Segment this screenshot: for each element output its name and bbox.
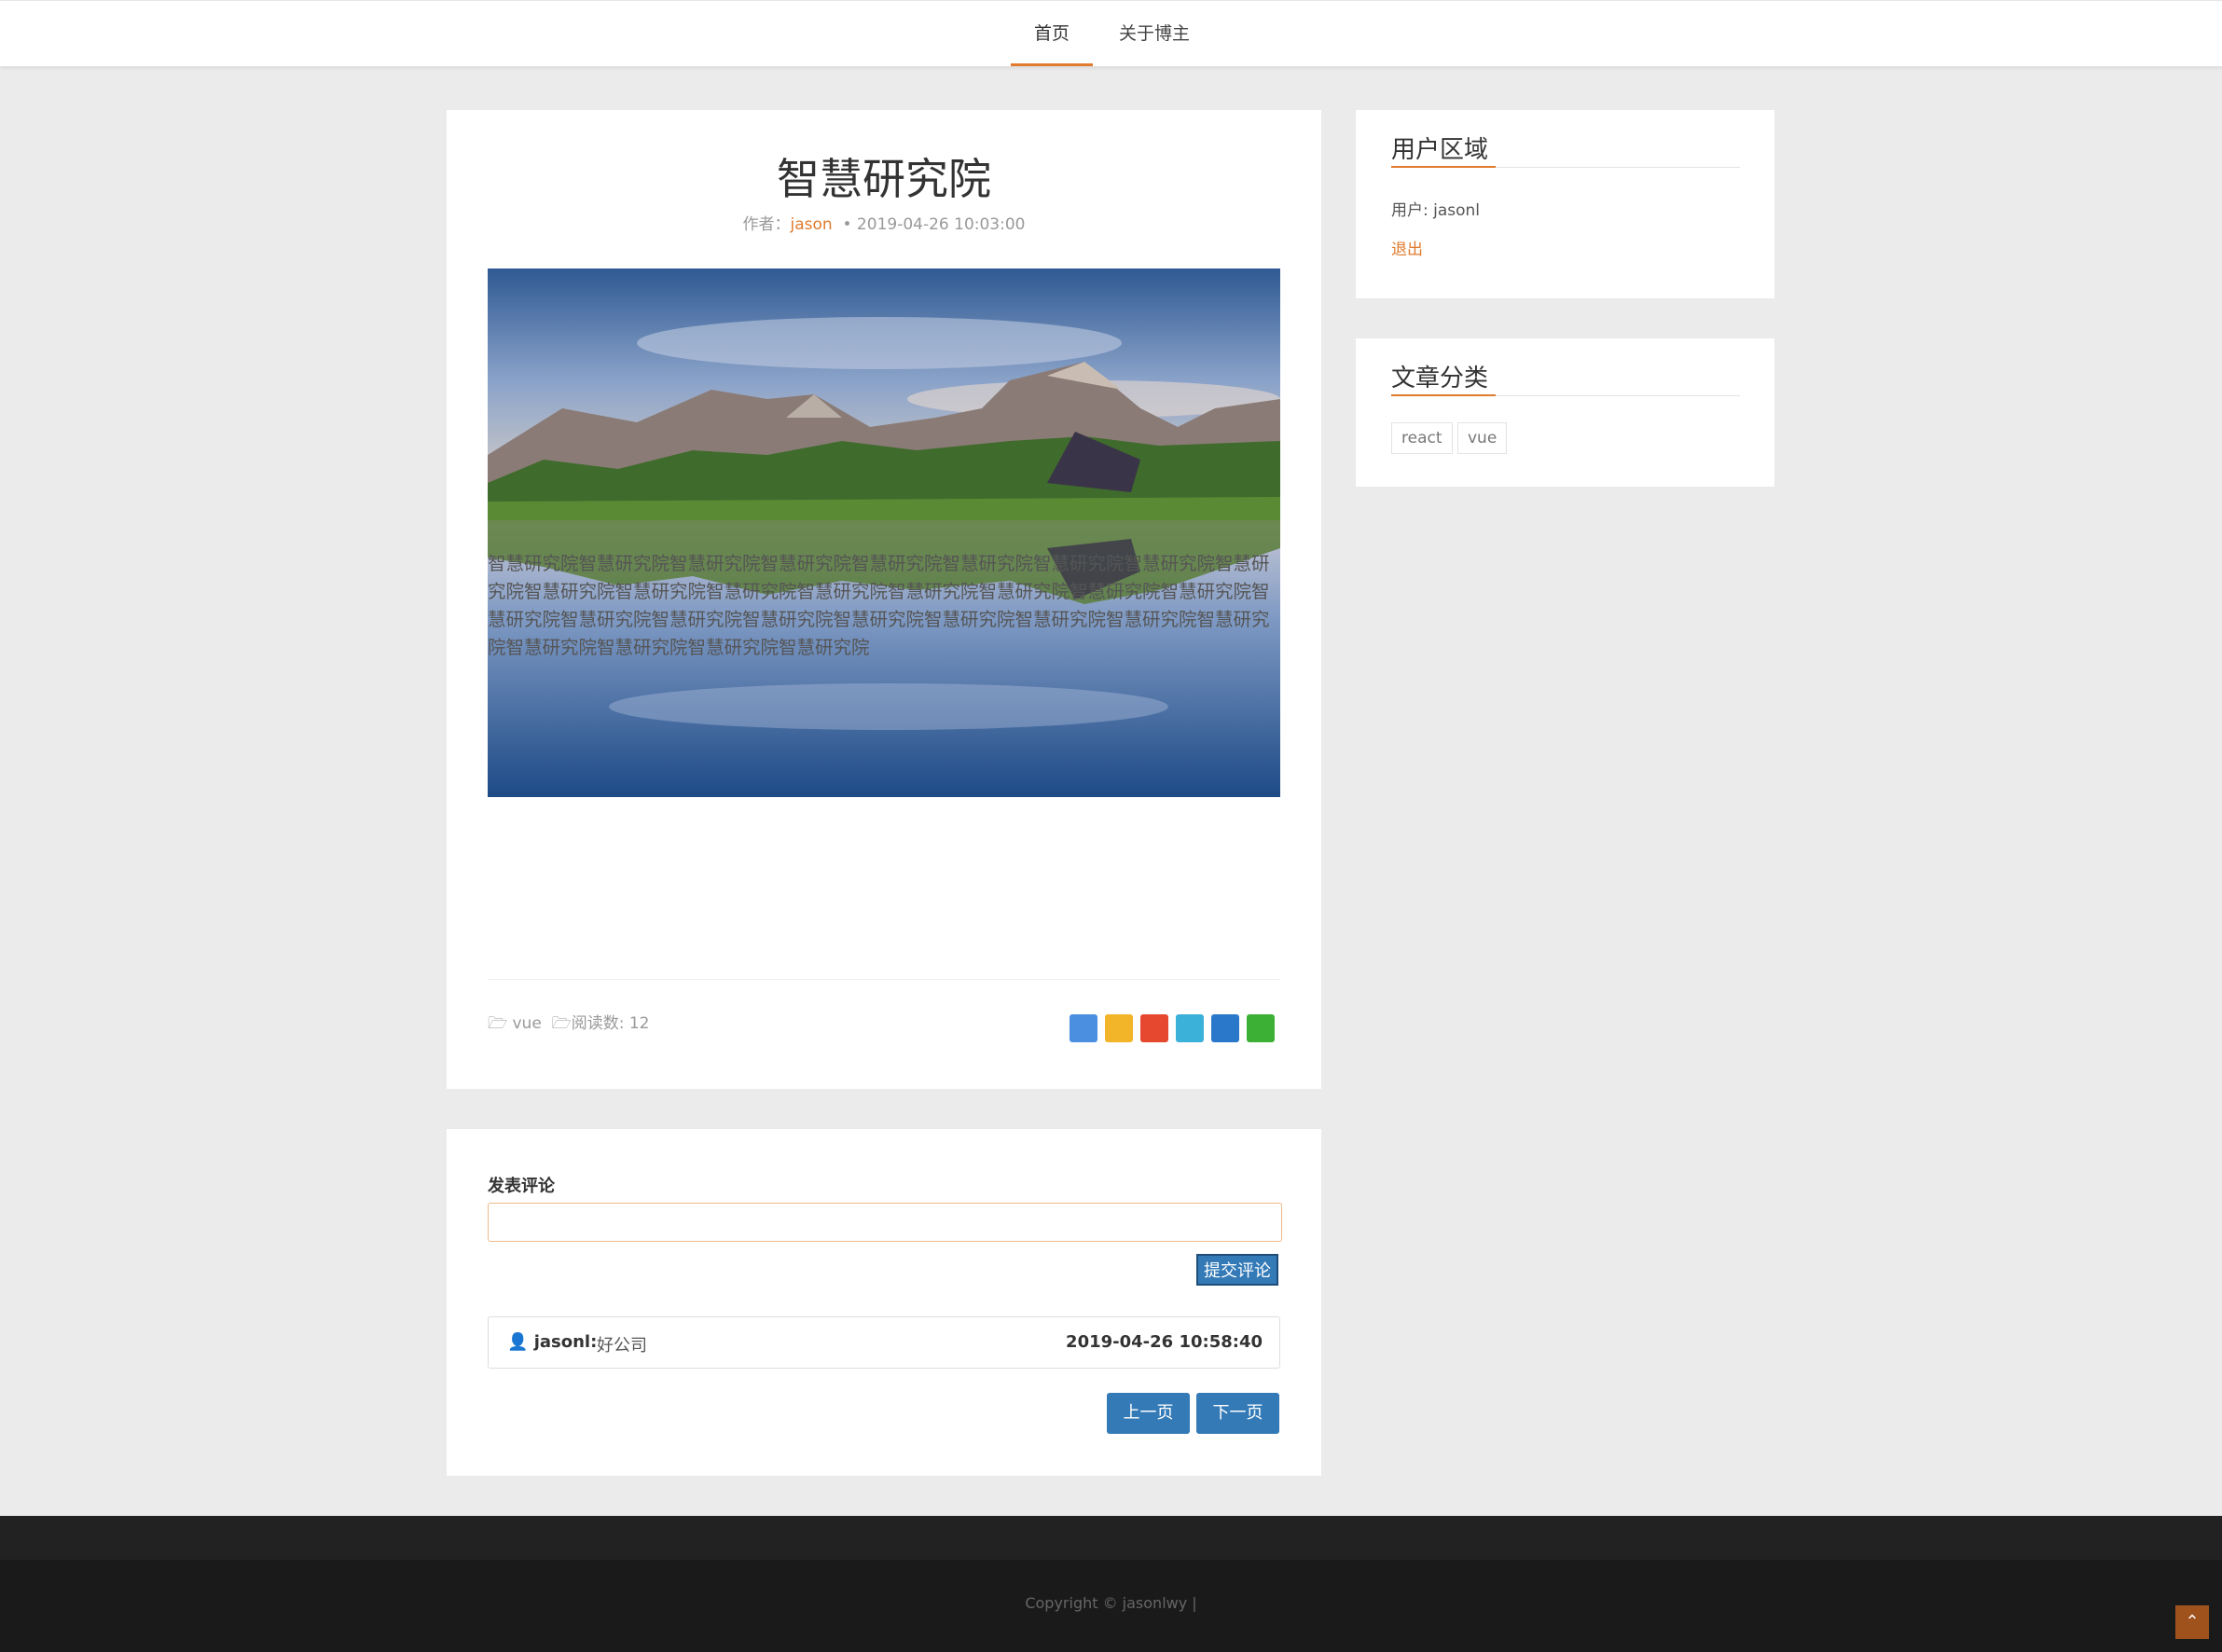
title-accent	[1391, 166, 1496, 168]
article-meta: 作者：jason • 2019-04-26 10:03:00	[447, 211, 1321, 234]
copyright: Copyright © jasonlwy |	[1025, 1594, 1197, 1612]
comment-input[interactable]	[488, 1203, 1282, 1242]
title-accent	[1391, 394, 1496, 396]
logout-link[interactable]: 退出	[1391, 236, 1423, 259]
divider	[488, 979, 1280, 980]
folder-icon: 🗁	[551, 1014, 572, 1033]
read-count: 阅读数: 12	[571, 1014, 650, 1033]
renren-icon[interactable]	[1211, 1014, 1239, 1042]
user-icon: 👤	[507, 1332, 529, 1352]
tag-react[interactable]: react	[1391, 422, 1453, 454]
folder-icon: 🗁	[488, 1014, 508, 1033]
author-label: 作者：	[742, 215, 791, 234]
comment-card: 发表评论 提交评论 👤 jasonl: 好公司 2019-04-26 10:58…	[447, 1129, 1321, 1476]
share-bar	[1070, 1014, 1275, 1042]
tag-vue[interactable]: vue	[1457, 422, 1508, 454]
next-page-button[interactable]: 下一页	[1196, 1393, 1279, 1434]
top-nav: 首页 关于博主	[0, 0, 2222, 66]
article-card: 智慧研究院 作者：jason • 2019-04-26 10:03:00 智慧研…	[447, 110, 1321, 1089]
author-link[interactable]: jason	[791, 215, 833, 234]
categories-card: 文章分类 react vue	[1356, 338, 1774, 487]
comment-author: 👤 jasonl:	[507, 1332, 598, 1352]
footer-band	[0, 1516, 2222, 1560]
publish-date: • 2019-04-26 10:03:00	[842, 215, 1026, 234]
qzone-icon[interactable]	[1105, 1014, 1133, 1042]
comment-heading: 发表评论	[488, 1177, 555, 1196]
weibo-icon[interactable]	[1140, 1014, 1168, 1042]
article-body: 智慧研究院智慧研究院智慧研究院智慧研究院智慧研究院智慧研究院智慧研究院智慧研究院…	[488, 553, 1270, 658]
article-footer: 🗁 vue 🗁阅读数: 12	[488, 1010, 649, 1039]
user-area-card: 用户区域 用户: jasonl 退出	[1356, 110, 1774, 298]
more-share-icon[interactable]	[1070, 1014, 1097, 1042]
wechat-icon[interactable]	[1247, 1014, 1275, 1042]
current-user: 用户: jasonl	[1391, 201, 1481, 220]
nav-home[interactable]: 首页	[1011, 1, 1093, 66]
submit-comment-button[interactable]: 提交评论	[1196, 1254, 1278, 1286]
back-to-top-button[interactable]: ⌃	[2175, 1605, 2209, 1639]
article-image	[488, 268, 1280, 797]
prev-page-button[interactable]: 上一页	[1107, 1393, 1190, 1434]
user-area-title: 用户区域	[1391, 136, 1489, 164]
comment-item: 👤 jasonl: 好公司 2019-04-26 10:58:40	[488, 1316, 1280, 1369]
chevron-up-icon: ⌃	[2185, 1612, 2200, 1631]
categories-title: 文章分类	[1391, 365, 1489, 392]
tencent-weibo-icon[interactable]	[1176, 1014, 1204, 1042]
nav-about-blogger[interactable]: 关于博主	[1110, 1, 1199, 66]
comment-time: 2019-04-26 10:58:40	[1066, 1332, 1263, 1352]
category-link[interactable]: vue	[513, 1014, 542, 1033]
comment-text: 好公司	[597, 1336, 647, 1356]
article-title: 智慧研究院	[777, 154, 991, 204]
